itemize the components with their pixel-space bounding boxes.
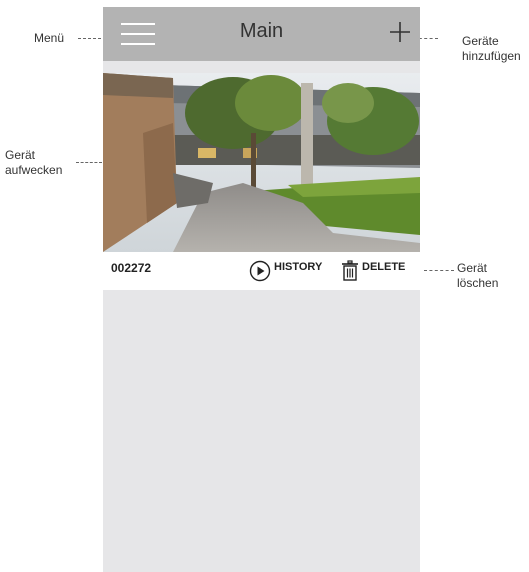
callout-wake-device-leader (76, 162, 102, 163)
header-bar: Main (103, 7, 420, 61)
callout-add-devices: Geräte hinzufügen (462, 34, 521, 63)
plus-icon[interactable] (387, 19, 413, 45)
app-screen: Main 002272 HISTORY DELETE (103, 7, 420, 572)
callout-delete-device-leader (424, 270, 454, 271)
device-card: 002272 HISTORY DELETE (103, 73, 420, 290)
callout-wake-device: Gerät aufwecken (5, 148, 63, 177)
callout-delete-device: Gerät löschen (457, 261, 499, 290)
delete-button[interactable]: DELETE (341, 260, 405, 282)
history-button[interactable]: HISTORY (249, 260, 322, 282)
page-title: Main (239, 20, 284, 42)
play-circle-icon (249, 260, 271, 282)
device-snapshot[interactable] (103, 73, 420, 252)
trash-icon (342, 260, 358, 281)
delete-label: DELETE (362, 261, 406, 273)
device-id: 002272 (111, 261, 152, 275)
callout-menu: Menü (34, 31, 65, 45)
history-label: HISTORY (274, 261, 323, 273)
